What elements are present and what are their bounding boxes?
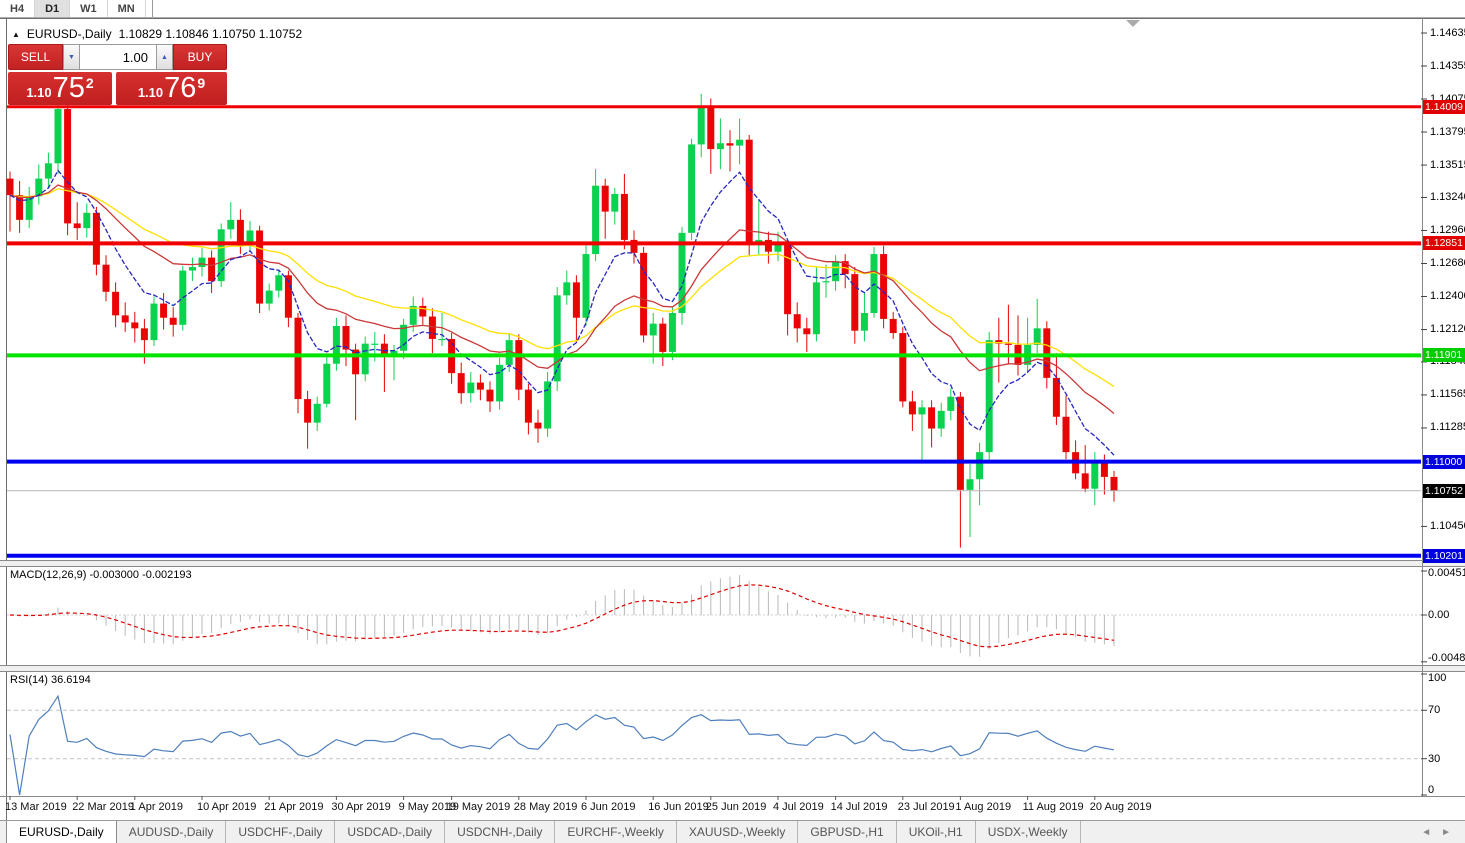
buy-button[interactable]: BUY (173, 44, 227, 70)
date-label: 10 Apr 2019 (197, 801, 256, 813)
sell-button[interactable]: SELL (8, 44, 63, 70)
rsi-axis-label: 70 (1428, 704, 1440, 716)
macd-axis-label: -0.004806 (1428, 652, 1465, 664)
chart-tab-usdcad-daily[interactable]: USDCAD-,Daily (335, 821, 445, 843)
date-label: 4 Jul 2019 (773, 801, 824, 813)
chart-tab-usdx-weekly[interactable]: USDX-,Weekly (976, 821, 1081, 843)
price-tick-label: 1.11565 (1430, 388, 1465, 400)
price-tick-label: 1.12960 (1430, 224, 1465, 236)
trading-terminal: H4D1W1MN ▲ EURUSD-,Daily 1.10829 1.10846… (0, 0, 1465, 843)
level-price-label: 1.12851 (1423, 236, 1465, 250)
date-label: 21 Apr 2019 (264, 801, 323, 813)
chart-tab-audusd-daily[interactable]: AUDUSD-,Daily (117, 821, 227, 843)
one-click-trade-panel: SELL ▼ ▲ BUY 1.10 75 2 1.10 76 9 (8, 44, 227, 105)
date-label: 1 Apr 2019 (130, 801, 183, 813)
rsi-axis-label: 30 (1428, 753, 1440, 765)
rsi-axis-label: 100 (1428, 672, 1446, 684)
sell-price-base: 1.10 (26, 85, 51, 100)
date-label: 23 Jul 2019 (898, 801, 955, 813)
date-label: 20 Aug 2019 (1090, 801, 1152, 813)
tab-scroll-arrows: ◄► (1421, 821, 1465, 843)
chart-title-row: ▲ EURUSD-,Daily 1.10829 1.10846 1.10750 … (12, 27, 302, 41)
trade-panel-prices: 1.10 75 2 1.10 76 9 (8, 72, 227, 105)
chart-ohlc-readout: 1.10829 1.10846 1.10750 1.10752 (119, 27, 303, 41)
price-tick-label: 1.12120 (1430, 323, 1465, 335)
price-tick-label: 1.10450 (1430, 520, 1465, 532)
date-label: 16 Jun 2019 (648, 801, 709, 813)
price-tick-label: 1.13240 (1430, 191, 1465, 203)
rsi-line (10, 696, 1114, 795)
level-price-label: 1.11901 (1423, 348, 1465, 362)
price-tick-label: 1.12400 (1430, 290, 1465, 302)
chart-symbol-title: EURUSD-,Daily (27, 27, 112, 41)
sell-price-sup: 2 (86, 75, 94, 91)
date-label: 30 Apr 2019 (331, 801, 390, 813)
ma-fast-line (10, 170, 1114, 455)
chart-shift-marker-icon[interactable] (1126, 20, 1140, 27)
level-price-label: 1.10201 (1423, 549, 1465, 563)
level-price-label: 1.11000 (1423, 455, 1465, 469)
date-label: 22 Mar 2019 (72, 801, 134, 813)
date-label: 6 Jun 2019 (581, 801, 635, 813)
macd-axis-label: 0.00 (1428, 609, 1449, 621)
price-tick-label: 1.12680 (1430, 257, 1465, 269)
chart-tab-eurusd-daily[interactable]: EURUSD-,Daily (6, 821, 117, 843)
level-price-label: 1.14009 (1423, 100, 1465, 114)
chart-tab-usdcnh-daily[interactable]: USDCNH-,Daily (445, 821, 555, 843)
price-tick-label: 1.11285 (1430, 421, 1465, 433)
rsi-indicator-label: RSI(14) 36.6194 (10, 674, 91, 686)
sell-price-display[interactable]: 1.10 75 2 (8, 72, 112, 105)
chart-tab-gbpusd-h1[interactable]: GBPUSD-,H1 (798, 821, 896, 843)
macd-axis-label: 0.004517 (1428, 567, 1465, 579)
trade-panel-controls: SELL ▼ ▲ BUY (8, 44, 227, 70)
tab-scroll-prev-icon[interactable]: ◄ (1421, 827, 1431, 838)
date-label: 13 Mar 2019 (5, 801, 67, 813)
date-label: 25 Jun 2019 (706, 801, 767, 813)
price-tick-label: 1.13795 (1430, 126, 1465, 138)
price-tick-label: 1.14355 (1430, 60, 1465, 72)
current-price-label: 1.10752 (1423, 484, 1465, 498)
buy-price-display[interactable]: 1.10 76 9 (116, 72, 227, 105)
rsi-axis-label: 0 (1428, 784, 1434, 796)
price-tick-label: 1.13515 (1430, 159, 1465, 171)
candles-layer (7, 94, 1118, 548)
date-label: 1 Aug 2019 (955, 801, 1011, 813)
chart-tab-ukoil-h1[interactable]: UKOil-,H1 (897, 821, 976, 843)
date-label: 11 Aug 2019 (1023, 801, 1084, 813)
chart-tab-usdchf-daily[interactable]: USDCHF-,Daily (226, 821, 335, 843)
date-label: 28 May 2019 (514, 801, 578, 813)
ma-medium-line (10, 185, 1114, 414)
macd-indicator-label: MACD(12,26,9) -0.003000 -0.002193 (10, 569, 192, 581)
date-label: 19 May 2019 (447, 801, 511, 813)
volume-increase-icon[interactable]: ▲ (156, 44, 173, 70)
buy-price-sup: 9 (197, 75, 205, 91)
chart-canvas (0, 0, 1465, 843)
sell-price-big: 75 (53, 74, 85, 103)
macd-signal-line (10, 585, 1114, 647)
chart-tab-bar: EURUSD-,DailyAUDUSD-,DailyUSDCHF-,DailyU… (0, 820, 1465, 843)
volume-decrease-icon[interactable]: ▼ (63, 44, 80, 70)
trade-panel-toggle-icon[interactable]: ▲ (12, 30, 20, 39)
chart-tab-xauusd-weekly[interactable]: XAUUSD-,Weekly (677, 821, 798, 843)
buy-price-big: 76 (164, 74, 196, 103)
tab-scroll-next-icon[interactable]: ► (1441, 827, 1451, 838)
level-lines-layer[interactable] (7, 107, 1421, 556)
price-tick-label: 1.14635 (1430, 27, 1465, 39)
date-label: 14 Jul 2019 (831, 801, 888, 813)
macd-histogram (10, 575, 1114, 657)
volume-input[interactable] (80, 44, 156, 70)
buy-price-base: 1.10 (138, 85, 163, 100)
chart-tab-eurchf-weekly[interactable]: EURCHF-,Weekly (555, 821, 676, 843)
